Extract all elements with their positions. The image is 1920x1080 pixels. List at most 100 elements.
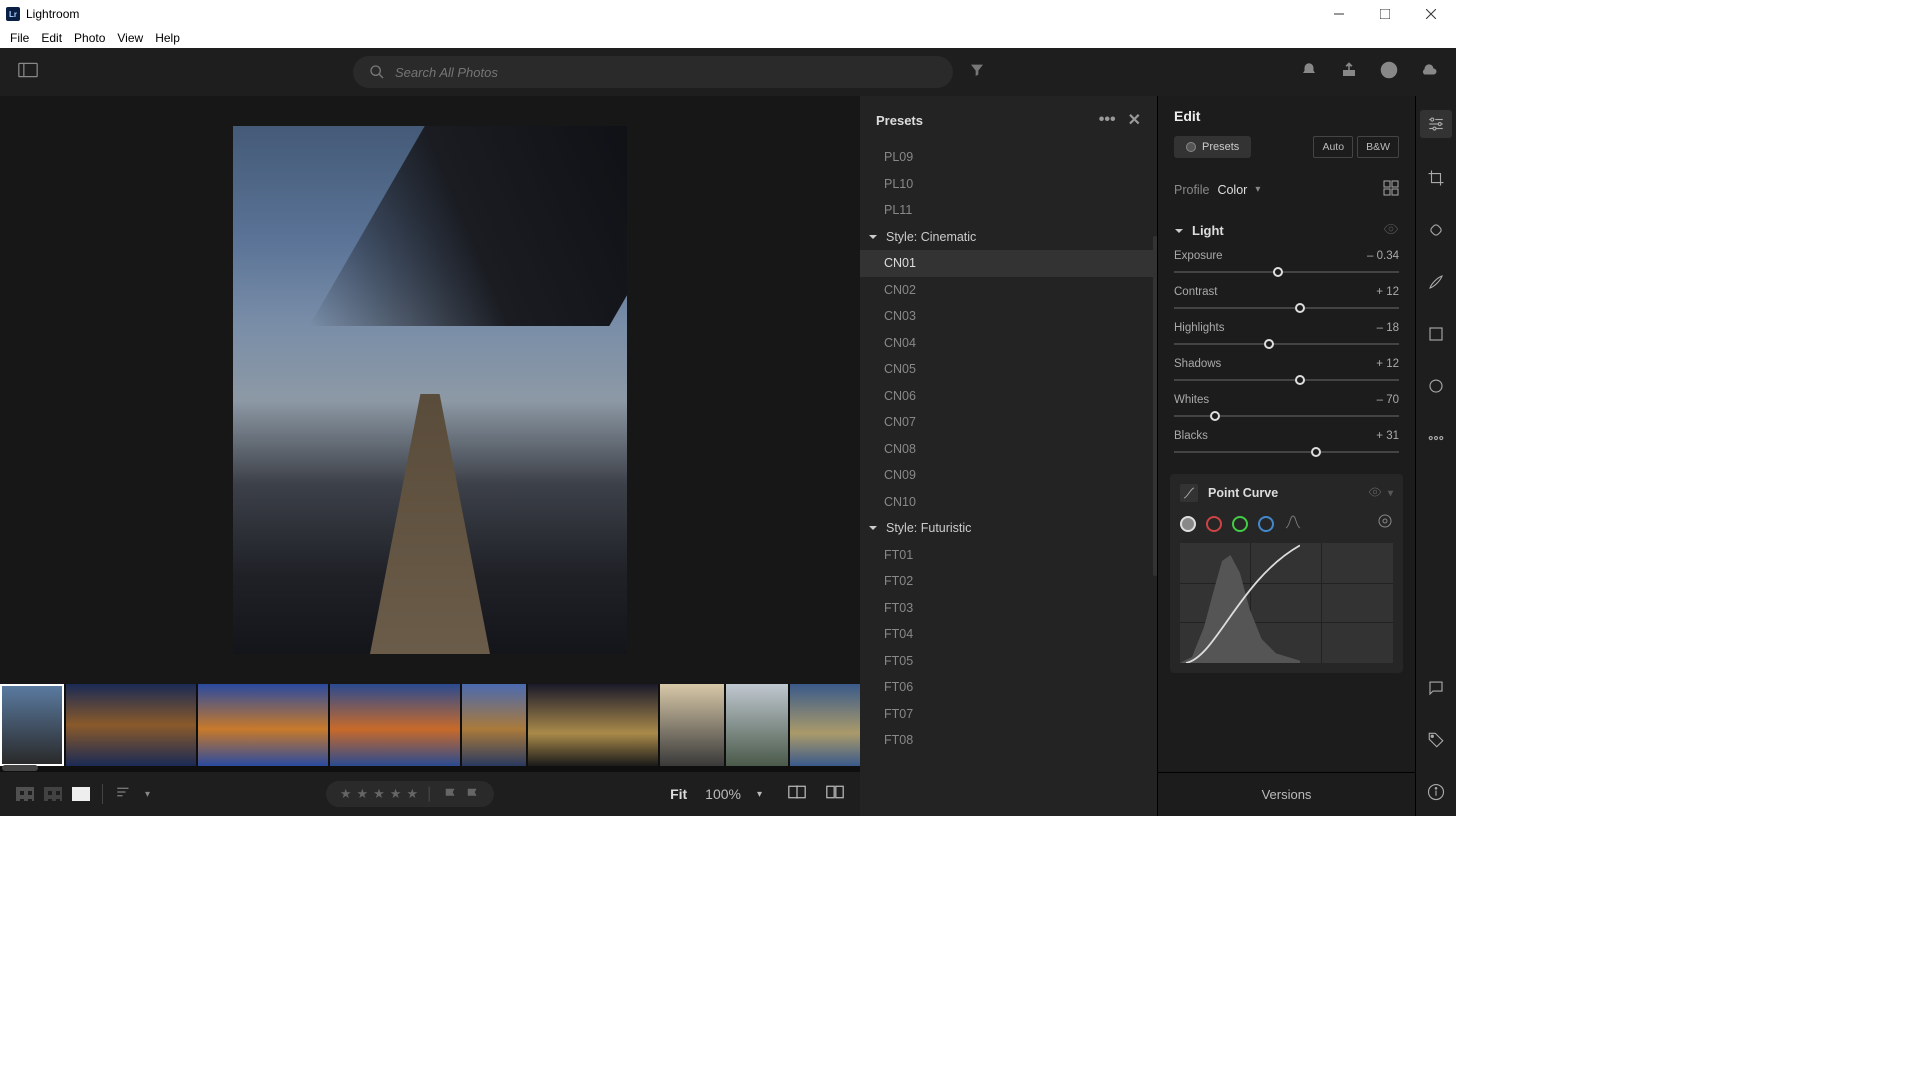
search-input[interactable] xyxy=(395,65,937,80)
filmstrip-thumb[interactable] xyxy=(462,684,526,766)
fit-label[interactable]: Fit xyxy=(670,786,687,802)
preset-item[interactable]: CN08 xyxy=(860,436,1157,463)
more-tools-icon[interactable] xyxy=(1424,426,1448,450)
before-after-icon[interactable] xyxy=(788,785,806,804)
preset-item[interactable]: CN01 xyxy=(860,250,1157,277)
preset-item[interactable]: FT08 xyxy=(860,727,1157,754)
brush-tool-icon[interactable] xyxy=(1424,270,1448,294)
filmstrip-thumb[interactable] xyxy=(528,684,658,766)
preset-item[interactable]: FT01 xyxy=(860,542,1157,569)
slider-blacks[interactable]: Blacks+ 31 xyxy=(1158,428,1415,464)
menu-view[interactable]: View xyxy=(111,29,149,47)
profile-value[interactable]: Color xyxy=(1217,183,1247,197)
profile-browser-icon[interactable] xyxy=(1383,180,1399,199)
preset-group-header[interactable]: Style: Futuristic xyxy=(860,515,1157,542)
curve-channel-red[interactable] xyxy=(1206,516,1222,532)
slider-shadows[interactable]: Shadows+ 12 xyxy=(1158,356,1415,392)
share-icon[interactable] xyxy=(1340,61,1358,84)
filmstrip-thumb[interactable] xyxy=(790,684,860,766)
sort-dropdown[interactable]: ▾ xyxy=(145,789,150,800)
preset-item[interactable]: CN10 xyxy=(860,489,1157,516)
filmstrip-thumb[interactable] xyxy=(198,684,328,766)
radial-gradient-icon[interactable] xyxy=(1424,374,1448,398)
preset-item[interactable]: PL10 xyxy=(860,171,1157,198)
preset-item[interactable]: CN07 xyxy=(860,409,1157,436)
preset-item[interactable]: CN06 xyxy=(860,383,1157,410)
rating-stars[interactable]: ★★★★★ | xyxy=(326,781,494,807)
preset-item[interactable]: FT06 xyxy=(860,674,1157,701)
info-icon[interactable] xyxy=(1424,780,1448,804)
edit-scrollbar[interactable] xyxy=(1153,236,1157,576)
light-section-header[interactable]: Light xyxy=(1158,213,1415,248)
filter-icon[interactable] xyxy=(969,62,985,83)
preset-item[interactable]: CN05 xyxy=(860,356,1157,383)
preset-item[interactable]: CN02 xyxy=(860,277,1157,304)
preset-item[interactable]: CN09 xyxy=(860,462,1157,489)
preset-item[interactable]: FT05 xyxy=(860,648,1157,675)
presets-more-icon[interactable]: ••• xyxy=(1099,111,1116,129)
light-visibility-icon[interactable] xyxy=(1383,221,1399,240)
curve-channel-blue[interactable] xyxy=(1258,516,1274,532)
panels-toggle-icon[interactable] xyxy=(18,62,38,83)
curve-parametric-icon[interactable] xyxy=(1284,512,1302,535)
curve-menu-icon[interactable]: ▾ xyxy=(1388,488,1393,499)
presets-close-icon[interactable]: ✕ xyxy=(1128,110,1141,130)
presets-button[interactable]: Presets xyxy=(1174,136,1251,158)
healing-tool-icon[interactable] xyxy=(1424,218,1448,242)
menu-photo[interactable]: Photo xyxy=(68,29,111,47)
notifications-icon[interactable] xyxy=(1300,61,1318,84)
close-button[interactable] xyxy=(1408,0,1454,28)
preset-item[interactable]: FT04 xyxy=(860,621,1157,648)
filmstrip-thumb[interactable] xyxy=(66,684,196,766)
single-view-icon[interactable] xyxy=(72,787,90,801)
filmstrip-thumb[interactable] xyxy=(726,684,788,766)
slider-whites[interactable]: Whites– 70 xyxy=(1158,392,1415,428)
preset-item[interactable]: CN04 xyxy=(860,330,1157,357)
menu-file[interactable]: File xyxy=(4,29,35,47)
preset-item[interactable]: PL11 xyxy=(860,197,1157,224)
preset-item[interactable]: PL09 xyxy=(860,144,1157,171)
preset-group-header[interactable]: Style: Cinematic xyxy=(860,224,1157,251)
auto-button[interactable]: Auto xyxy=(1313,136,1353,158)
zoom-dropdown[interactable]: ▾ xyxy=(757,789,762,800)
curve-tool-icon[interactable] xyxy=(1180,484,1198,502)
profile-dropdown-icon[interactable]: ▾ xyxy=(1255,184,1260,195)
zoom-value[interactable]: 100% xyxy=(705,786,741,802)
bw-button[interactable]: B&W xyxy=(1357,136,1399,158)
linear-gradient-icon[interactable] xyxy=(1424,322,1448,346)
photo-viewer[interactable] xyxy=(0,96,860,684)
filmstrip-thumb[interactable] xyxy=(0,684,64,766)
grid-view-icon[interactable] xyxy=(16,787,34,801)
search-bar[interactable] xyxy=(353,56,953,88)
preset-item[interactable]: FT03 xyxy=(860,595,1157,622)
crop-tool-icon[interactable] xyxy=(1424,166,1448,190)
menu-edit[interactable]: Edit xyxy=(35,29,68,47)
filmstrip-thumb[interactable] xyxy=(330,684,460,766)
preset-item[interactable]: FT02 xyxy=(860,568,1157,595)
edit-tool-icon[interactable] xyxy=(1420,110,1452,138)
maximize-button[interactable] xyxy=(1362,0,1408,28)
curve-channel-luma[interactable] xyxy=(1180,516,1196,532)
comments-icon[interactable] xyxy=(1424,676,1448,700)
slider-highlights[interactable]: Highlights– 18 xyxy=(1158,320,1415,356)
help-icon[interactable]: ? xyxy=(1380,61,1398,84)
split-view-icon[interactable] xyxy=(826,785,844,804)
versions-button[interactable]: Versions xyxy=(1158,772,1415,816)
slider-contrast[interactable]: Contrast+ 12 xyxy=(1158,284,1415,320)
preset-item[interactable]: FT07 xyxy=(860,701,1157,728)
curve-visibility-icon[interactable] xyxy=(1368,485,1382,502)
keywords-icon[interactable] xyxy=(1424,728,1448,752)
flag-pick-icon[interactable] xyxy=(444,787,458,801)
curve-graph[interactable] xyxy=(1180,543,1393,663)
sort-icon[interactable] xyxy=(115,785,133,804)
compare-view-icon[interactable] xyxy=(44,787,62,801)
menu-help[interactable]: Help xyxy=(149,29,186,47)
curve-target-icon[interactable] xyxy=(1377,513,1393,534)
curve-channel-green[interactable] xyxy=(1232,516,1248,532)
minimize-button[interactable] xyxy=(1316,0,1362,28)
flag-reject-icon[interactable] xyxy=(466,787,480,801)
slider-exposure[interactable]: Exposure– 0.34 xyxy=(1158,248,1415,284)
preset-item[interactable]: CN03 xyxy=(860,303,1157,330)
filmstrip-scrollbar[interactable] xyxy=(2,765,38,771)
cloud-sync-icon[interactable] xyxy=(1420,61,1438,84)
